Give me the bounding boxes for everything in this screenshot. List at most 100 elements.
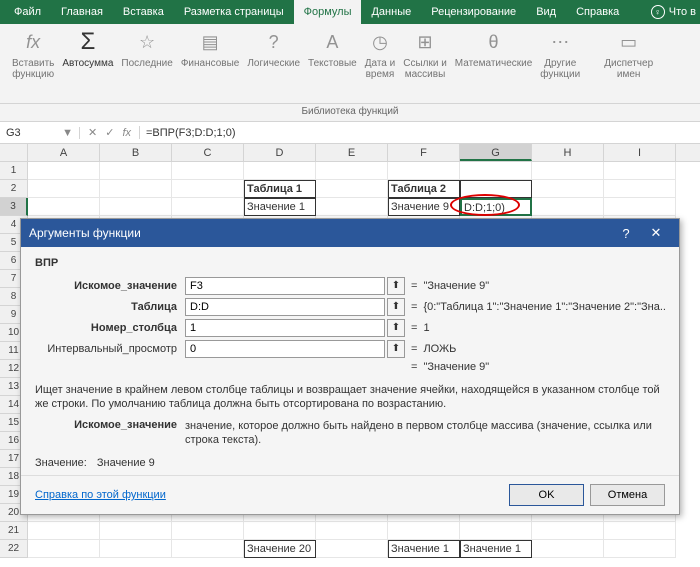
- formula-bar[interactable]: =ВПР(F3;D:D;1;0): [140, 127, 700, 139]
- arg1-input[interactable]: [185, 277, 385, 295]
- value-result: Значение 9: [97, 457, 155, 469]
- arg-desc-label: Искомое_значение: [35, 419, 185, 447]
- cell[interactable]: [100, 522, 172, 540]
- tab-review[interactable]: Рецензирование: [421, 0, 526, 24]
- clock-icon: ◷: [366, 28, 394, 56]
- range-picker-icon[interactable]: ⬆: [387, 340, 405, 358]
- cell-d3[interactable]: Значение 1: [244, 198, 316, 216]
- autosum-button[interactable]: Σ Автосумма: [62, 28, 113, 103]
- row-header[interactable]: 2: [0, 180, 28, 198]
- row-header[interactable]: 21: [0, 522, 28, 540]
- function-description: Ищет значение в крайнем левом столбце та…: [35, 383, 665, 411]
- text-icon: A: [318, 28, 346, 56]
- tab-formulas[interactable]: Формулы: [294, 0, 362, 24]
- tab-file[interactable]: Файл: [4, 0, 51, 24]
- name-box[interactable]: G3▼: [0, 127, 80, 139]
- close-icon[interactable]: ✕: [641, 225, 671, 241]
- enter-formula-icon[interactable]: ✓: [105, 126, 114, 139]
- arg4-input[interactable]: [185, 340, 385, 358]
- cell[interactable]: [604, 522, 676, 540]
- formula-bar-row: G3▼ ✕ ✓ fx =ВПР(F3;D:D;1;0): [0, 122, 700, 144]
- function-help-link[interactable]: Справка по этой функции: [35, 489, 166, 501]
- row-header[interactable]: 3: [0, 198, 28, 216]
- logical-icon: ?: [260, 28, 288, 56]
- range-picker-icon[interactable]: ⬆: [387, 277, 405, 295]
- col-header[interactable]: F: [388, 144, 460, 161]
- name-manager-button[interactable]: ▭ Диспетчеримен: [604, 28, 653, 103]
- cell-f2[interactable]: Таблица 2: [388, 180, 460, 198]
- tell-me[interactable]: Что в: [669, 6, 696, 18]
- more-functions-button[interactable]: ⋯ Другиефункции: [540, 28, 580, 103]
- arg1-result: "Значение 9": [423, 280, 665, 292]
- col-header[interactable]: H: [532, 144, 604, 161]
- row-header[interactable]: 22: [0, 540, 28, 558]
- select-all-corner[interactable]: [0, 144, 28, 161]
- cell[interactable]: [604, 540, 676, 558]
- col-header[interactable]: C: [172, 144, 244, 161]
- datetime-button[interactable]: ◷ Дата ивремя: [365, 28, 396, 103]
- insert-function-button[interactable]: fx Вставитьфункцию: [12, 28, 54, 103]
- arg1-label: Искомое_значение: [35, 280, 185, 292]
- cancel-formula-icon[interactable]: ✕: [88, 126, 97, 139]
- lookup-button[interactable]: ⊞ Ссылки имассивы: [403, 28, 447, 103]
- cell-d2[interactable]: Таблица 1: [244, 180, 316, 198]
- fx-button[interactable]: fx: [122, 127, 131, 139]
- col-header[interactable]: G: [460, 144, 532, 161]
- arg4-label: Интервальный_просмотр: [35, 343, 185, 355]
- col-header[interactable]: E: [316, 144, 388, 161]
- sigma-icon: Σ: [74, 28, 102, 56]
- cell[interactable]: Значение 1: [460, 540, 532, 558]
- function-name: ВПР: [35, 257, 665, 269]
- ok-button[interactable]: OK: [509, 484, 584, 506]
- cell[interactable]: [28, 540, 100, 558]
- cell[interactable]: [100, 540, 172, 558]
- col-header[interactable]: B: [100, 144, 172, 161]
- cell[interactable]: Значение 20: [244, 540, 316, 558]
- cell[interactable]: [244, 522, 316, 540]
- formula-result: "Значение 9": [423, 361, 665, 373]
- cell[interactable]: [28, 522, 100, 540]
- text-functions-button[interactable]: A Текстовые: [308, 28, 357, 103]
- help-icon[interactable]: ?: [611, 226, 641, 241]
- cell[interactable]: [316, 522, 388, 540]
- tell-me-icon: ♀: [651, 5, 665, 19]
- arg2-input[interactable]: [185, 298, 385, 316]
- financial-button[interactable]: ▤ Финансовые: [181, 28, 240, 103]
- tab-insert[interactable]: Вставка: [113, 0, 174, 24]
- logical-button[interactable]: ? Логические: [247, 28, 300, 103]
- col-header[interactable]: I: [604, 144, 676, 161]
- tab-page-layout[interactable]: Разметка страницы: [174, 0, 294, 24]
- cell[interactable]: [388, 522, 460, 540]
- col-header[interactable]: D: [244, 144, 316, 161]
- range-picker-icon[interactable]: ⬆: [387, 319, 405, 337]
- ribbon-group-caption: Библиотека функций: [0, 104, 700, 122]
- more-icon: ⋯: [546, 28, 574, 56]
- cell[interactable]: Значение 1: [388, 540, 460, 558]
- cell-f3[interactable]: Значение 9: [388, 198, 460, 216]
- row-header[interactable]: 1: [0, 162, 28, 180]
- col-header[interactable]: A: [28, 144, 100, 161]
- recent-functions-button[interactable]: ☆ Последние: [121, 28, 172, 103]
- tab-view[interactable]: Вид: [526, 0, 566, 24]
- cell[interactable]: [460, 522, 532, 540]
- recent-icon: ☆: [133, 28, 161, 56]
- cancel-button[interactable]: Отмена: [590, 484, 665, 506]
- math-button[interactable]: θ Математические: [455, 28, 533, 103]
- cell[interactable]: [532, 522, 604, 540]
- tab-help[interactable]: Справка: [566, 0, 629, 24]
- cell[interactable]: [316, 540, 388, 558]
- lookup-icon: ⊞: [411, 28, 439, 56]
- cell-g3-active[interactable]: D:D;1;0): [460, 198, 532, 216]
- cell[interactable]: [532, 540, 604, 558]
- tab-home[interactable]: Главная: [51, 0, 113, 24]
- cell[interactable]: [172, 540, 244, 558]
- theta-icon: θ: [480, 28, 508, 56]
- dialog-titlebar[interactable]: Аргументы функции ? ✕: [21, 219, 679, 247]
- range-picker-icon[interactable]: ⬆: [387, 298, 405, 316]
- arg4-result: ЛОЖЬ: [423, 343, 665, 355]
- chevron-down-icon: ▼: [62, 127, 73, 139]
- cell[interactable]: [172, 522, 244, 540]
- tab-data[interactable]: Данные: [361, 0, 421, 24]
- arg3-input[interactable]: [185, 319, 385, 337]
- arg-desc-text: значение, которое должно быть найдено в …: [185, 419, 665, 447]
